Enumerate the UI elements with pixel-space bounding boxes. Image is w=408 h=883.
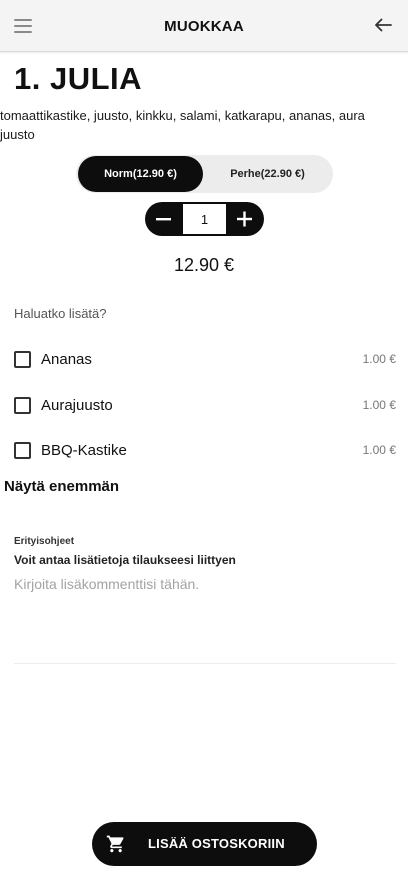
quantity-input[interactable] <box>183 204 226 234</box>
quantity-stepper <box>145 202 264 236</box>
addon-checkbox[interactable] <box>14 442 31 459</box>
increase-quantity-button[interactable] <box>226 202 264 236</box>
addon-name: Aurajuusto <box>41 397 113 414</box>
product-description: tomaattikastike, juusto, kinkku, salami,… <box>0 108 365 142</box>
addon-price: 1.00 € <box>362 352 396 366</box>
addon-item-ananas[interactable]: Ananas 1.00 € <box>14 349 396 373</box>
add-to-cart-button[interactable]: LISÄÄ OSTOSKORIIN <box>92 822 317 866</box>
decrease-quantity-button[interactable] <box>145 202 183 236</box>
plus-icon <box>237 211 252 227</box>
product-name: 1. JULIA <box>14 61 143 96</box>
addon-name: BBQ-Kastike <box>41 442 127 459</box>
shopping-cart-icon <box>106 835 124 853</box>
addon-checkbox[interactable] <box>14 351 31 368</box>
addon-name: Ananas <box>41 351 92 368</box>
addon-price: 1.00 € <box>362 398 396 412</box>
comment-field[interactable] <box>14 576 396 660</box>
arrow-left-icon[interactable] <box>372 14 394 36</box>
addons-question: Haluatko lisätä? <box>14 306 107 321</box>
divider <box>14 663 396 664</box>
addon-item-aurajuusto[interactable]: Aurajuusto 1.00 € <box>14 395 396 419</box>
size-option-perhe[interactable]: Perhe(22.90 €) <box>204 155 331 193</box>
addon-price: 1.00 € <box>362 443 396 457</box>
special-instructions-label: Erityisohjeet <box>14 536 75 547</box>
special-instructions-hint: Voit antaa lisätietoja tilaukseesi liitt… <box>14 553 236 567</box>
minus-icon <box>156 218 171 221</box>
add-to-cart-label: LISÄÄ OSTOSKORIIN <box>148 836 285 851</box>
page-title: MUOKKAA <box>164 18 244 35</box>
show-more-link[interactable]: Näytä enemmän <box>4 478 119 495</box>
top-app-bar: MUOKKAA <box>0 0 408 52</box>
product-price: 12.90 € <box>173 255 235 275</box>
size-selector: Norm(12.90 €) Perhe(22.90 €) <box>76 155 333 193</box>
addon-item-bbq-kastike[interactable]: BBQ-Kastike 1.00 € <box>14 440 396 464</box>
addon-checkbox[interactable] <box>14 397 31 414</box>
size-option-norm[interactable]: Norm(12.90 €) <box>78 156 203 192</box>
